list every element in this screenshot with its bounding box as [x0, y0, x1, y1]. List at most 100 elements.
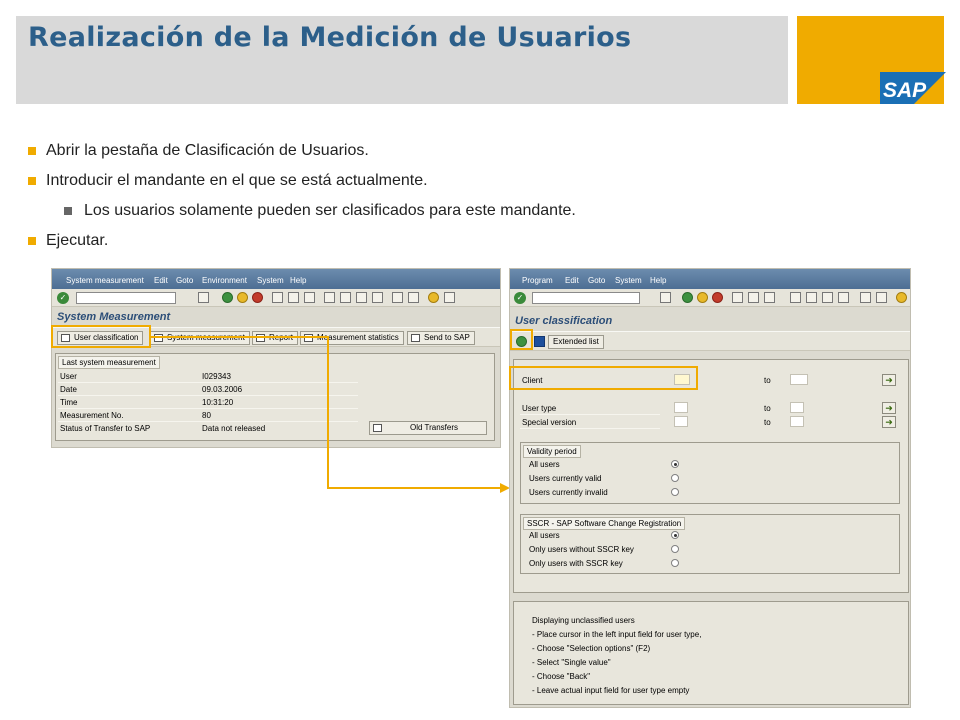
row-divider: [58, 408, 358, 409]
info-line: - Choose "Back": [532, 672, 591, 681]
save-icon[interactable]: [198, 292, 209, 303]
sscr-all-users-radio[interactable]: [671, 531, 679, 539]
connector-line: [327, 336, 329, 489]
enter-icon[interactable]: ✓: [57, 292, 69, 304]
enter-icon[interactable]: ✓: [514, 292, 526, 304]
back-icon[interactable]: [222, 292, 233, 303]
info-line: - Place cursor in the left input field f…: [532, 630, 702, 639]
special-version-from-input[interactable]: [674, 416, 688, 427]
sscr-with-key-radio[interactable]: [671, 559, 679, 567]
row-divider: [520, 428, 660, 429]
group-title: Last system measurement: [58, 356, 160, 369]
client-to-label: to: [764, 376, 771, 385]
menu-system[interactable]: System: [615, 276, 642, 285]
user-type-from-input[interactable]: [674, 402, 688, 413]
next-page-icon[interactable]: [356, 292, 367, 303]
new-session-icon[interactable]: [860, 292, 871, 303]
help-icon[interactable]: [428, 292, 439, 303]
time-label: Time: [60, 398, 78, 407]
validity-all-users-radio[interactable]: [671, 460, 679, 468]
print-icon[interactable]: [732, 292, 743, 303]
system-measurement-button[interactable]: System measurement: [150, 331, 250, 345]
first-page-icon[interactable]: [790, 292, 801, 303]
menu-environment[interactable]: Environment: [202, 276, 247, 285]
menu-help[interactable]: Help: [650, 276, 666, 285]
cancel-icon[interactable]: [712, 292, 723, 303]
measurement-no-value: 80: [202, 411, 211, 420]
user-type-multiple-selection-icon[interactable]: ➜: [882, 402, 896, 414]
standard-toolbar: ✓: [510, 289, 910, 307]
measurement-statistics-button[interactable]: Measurement statistics: [300, 331, 404, 345]
menu-system-measurement[interactable]: System measurement: [66, 276, 144, 285]
print-icon[interactable]: [272, 292, 283, 303]
save-icon[interactable]: [660, 292, 671, 303]
client-multiple-selection-icon[interactable]: ➜: [882, 374, 896, 386]
old-transfers-button[interactable]: Old Transfers: [369, 421, 487, 435]
send-icon: [411, 334, 420, 342]
validity-currently-invalid-radio[interactable]: [671, 488, 679, 496]
special-version-multiple-selection-icon[interactable]: ➜: [882, 416, 896, 428]
exit-icon[interactable]: [237, 292, 248, 303]
menu-bar: System measurement Edit Goto Environment…: [52, 269, 500, 289]
help-icon[interactable]: [896, 292, 907, 303]
find-next-icon[interactable]: [764, 292, 775, 303]
bullet-marker: [28, 237, 36, 245]
list-icon: [373, 424, 382, 432]
validity-currently-valid-radio[interactable]: [671, 474, 679, 482]
last-measurement-group: Last system measurement User I029343 Dat…: [55, 353, 495, 441]
last-page-icon[interactable]: [838, 292, 849, 303]
standard-toolbar: ✓: [52, 289, 500, 307]
menu-edit[interactable]: Edit: [154, 276, 168, 285]
client-to-input[interactable]: [790, 374, 808, 385]
shortcut-icon[interactable]: [876, 292, 887, 303]
info-line: - Select "Single value": [532, 658, 611, 667]
menu-system[interactable]: System: [257, 276, 284, 285]
info-line: - Leave actual input field for user type…: [532, 686, 690, 695]
command-field[interactable]: [76, 292, 176, 304]
highlight-user-classification: [51, 325, 151, 348]
last-page-icon[interactable]: [372, 292, 383, 303]
connector-line: [151, 336, 329, 338]
bullet-item: Abrir la pestaña de Clasificación de Usu…: [28, 140, 928, 170]
menu-program[interactable]: Program: [522, 276, 553, 285]
selection-area: Client to ➜ User type to ➜ Special versi…: [513, 359, 909, 593]
back-icon[interactable]: [682, 292, 693, 303]
bullet-list: Abrir la pestaña de Clasificación de Usu…: [28, 140, 928, 260]
extended-list-button[interactable]: Extended list: [548, 335, 604, 349]
cancel-icon[interactable]: [252, 292, 263, 303]
sscr-without-key-radio[interactable]: [671, 545, 679, 553]
menu-edit[interactable]: Edit: [565, 276, 579, 285]
find-icon[interactable]: [748, 292, 759, 303]
system-measurement-screen: System measurement Edit Goto Environment…: [51, 268, 501, 448]
info-text-area: Displaying unclassified users - Place cu…: [513, 601, 909, 705]
exit-icon[interactable]: [697, 292, 708, 303]
layout-icon[interactable]: [444, 292, 455, 303]
sscr-option-label: All users: [529, 531, 560, 540]
highlight-execute: [510, 329, 533, 350]
shortcut-icon[interactable]: [408, 292, 419, 303]
find-icon[interactable]: [288, 292, 299, 303]
report-button[interactable]: Report: [252, 331, 299, 345]
bullet-item: Ejecutar.: [28, 230, 928, 260]
validity-option-label: All users: [529, 460, 560, 469]
menu-help[interactable]: Help: [290, 276, 306, 285]
info-icon[interactable]: [534, 336, 545, 347]
date-label: Date: [60, 385, 77, 394]
new-session-icon[interactable]: [392, 292, 403, 303]
sscr-option-label: Only users without SSCR key: [529, 545, 634, 554]
user-type-to-input[interactable]: [790, 402, 804, 413]
special-version-to-input[interactable]: [790, 416, 804, 427]
find-next-icon[interactable]: [304, 292, 315, 303]
send-to-sap-button[interactable]: Send to SAP: [407, 331, 475, 345]
prev-page-icon[interactable]: [806, 292, 817, 303]
menu-goto[interactable]: Goto: [588, 276, 605, 285]
row-divider: [58, 395, 358, 396]
prev-page-icon[interactable]: [340, 292, 351, 303]
first-page-icon[interactable]: [324, 292, 335, 303]
next-page-icon[interactable]: [822, 292, 833, 303]
date-value: 09.03.2006: [202, 385, 243, 394]
sscr-option-label: Only users with SSCR key: [529, 559, 623, 568]
menu-goto[interactable]: Goto: [176, 276, 193, 285]
bullet-marker: [28, 147, 36, 155]
command-field[interactable]: [532, 292, 640, 304]
